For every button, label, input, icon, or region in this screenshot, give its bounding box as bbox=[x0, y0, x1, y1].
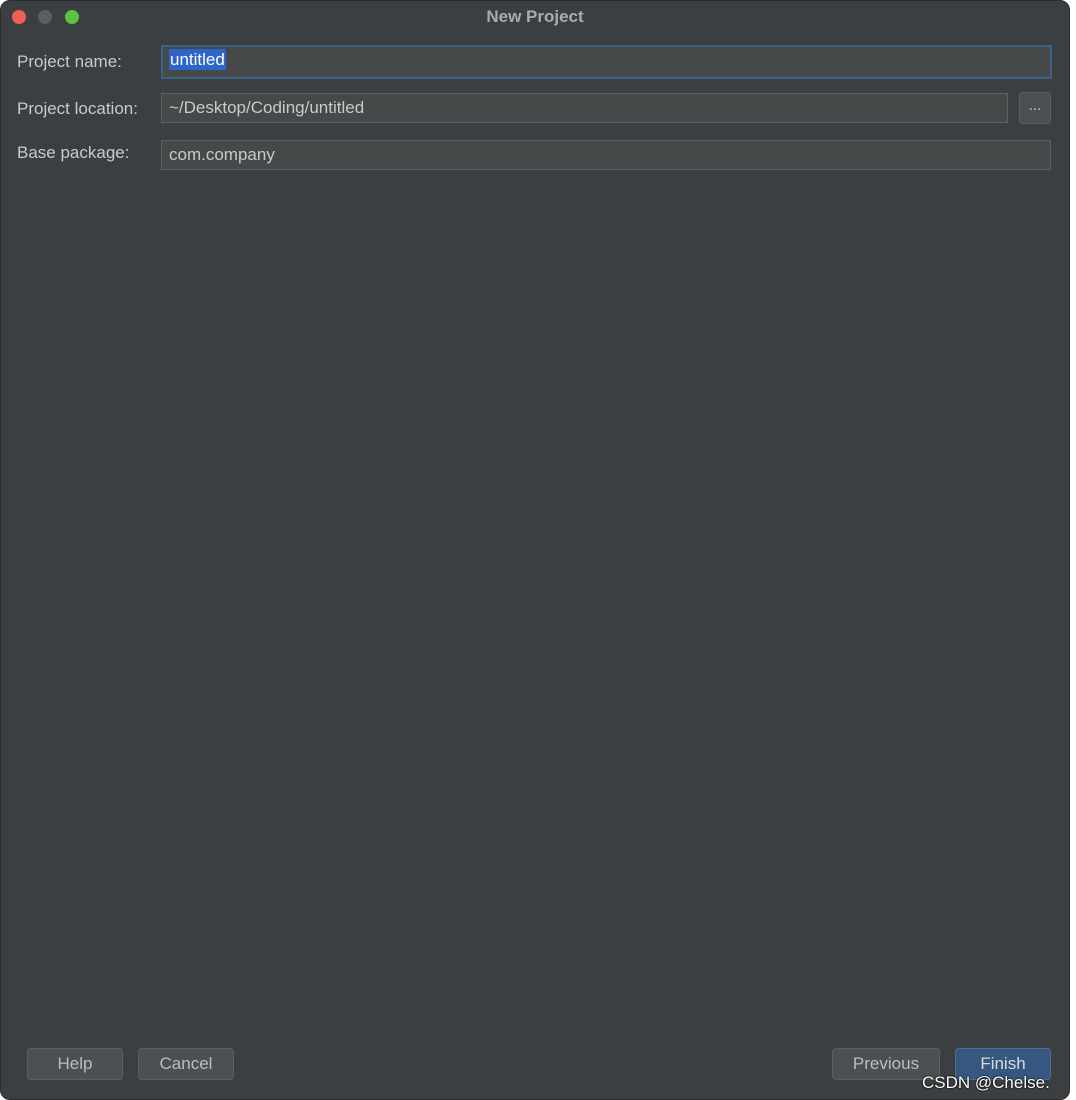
base-package-value: com.company bbox=[169, 145, 275, 164]
project-location-field[interactable]: ~/Desktop/Coding/untitled bbox=[161, 93, 1008, 123]
project-name-field[interactable]: untitled bbox=[161, 45, 1052, 79]
title-bar: New Project bbox=[1, 1, 1069, 33]
browse-location-button[interactable]: ... bbox=[1019, 92, 1051, 124]
cancel-button[interactable]: Cancel bbox=[138, 1048, 234, 1080]
csdn-watermark: CSDN @Chelse. bbox=[922, 1073, 1050, 1092]
base-package-label: Base package: bbox=[17, 143, 130, 162]
window-title: New Project bbox=[486, 7, 584, 26]
project-location-label: Project location: bbox=[17, 99, 138, 118]
project-location-value: ~/Desktop/Coding/untitled bbox=[169, 98, 365, 117]
help-button[interactable]: Help bbox=[27, 1048, 123, 1080]
base-package-field[interactable]: com.company bbox=[161, 140, 1051, 170]
project-name-label: Project name: bbox=[17, 52, 122, 71]
project-name-value: untitled bbox=[169, 49, 226, 70]
new-project-dialog: New Project Project name: untitled Proje… bbox=[0, 0, 1070, 1100]
